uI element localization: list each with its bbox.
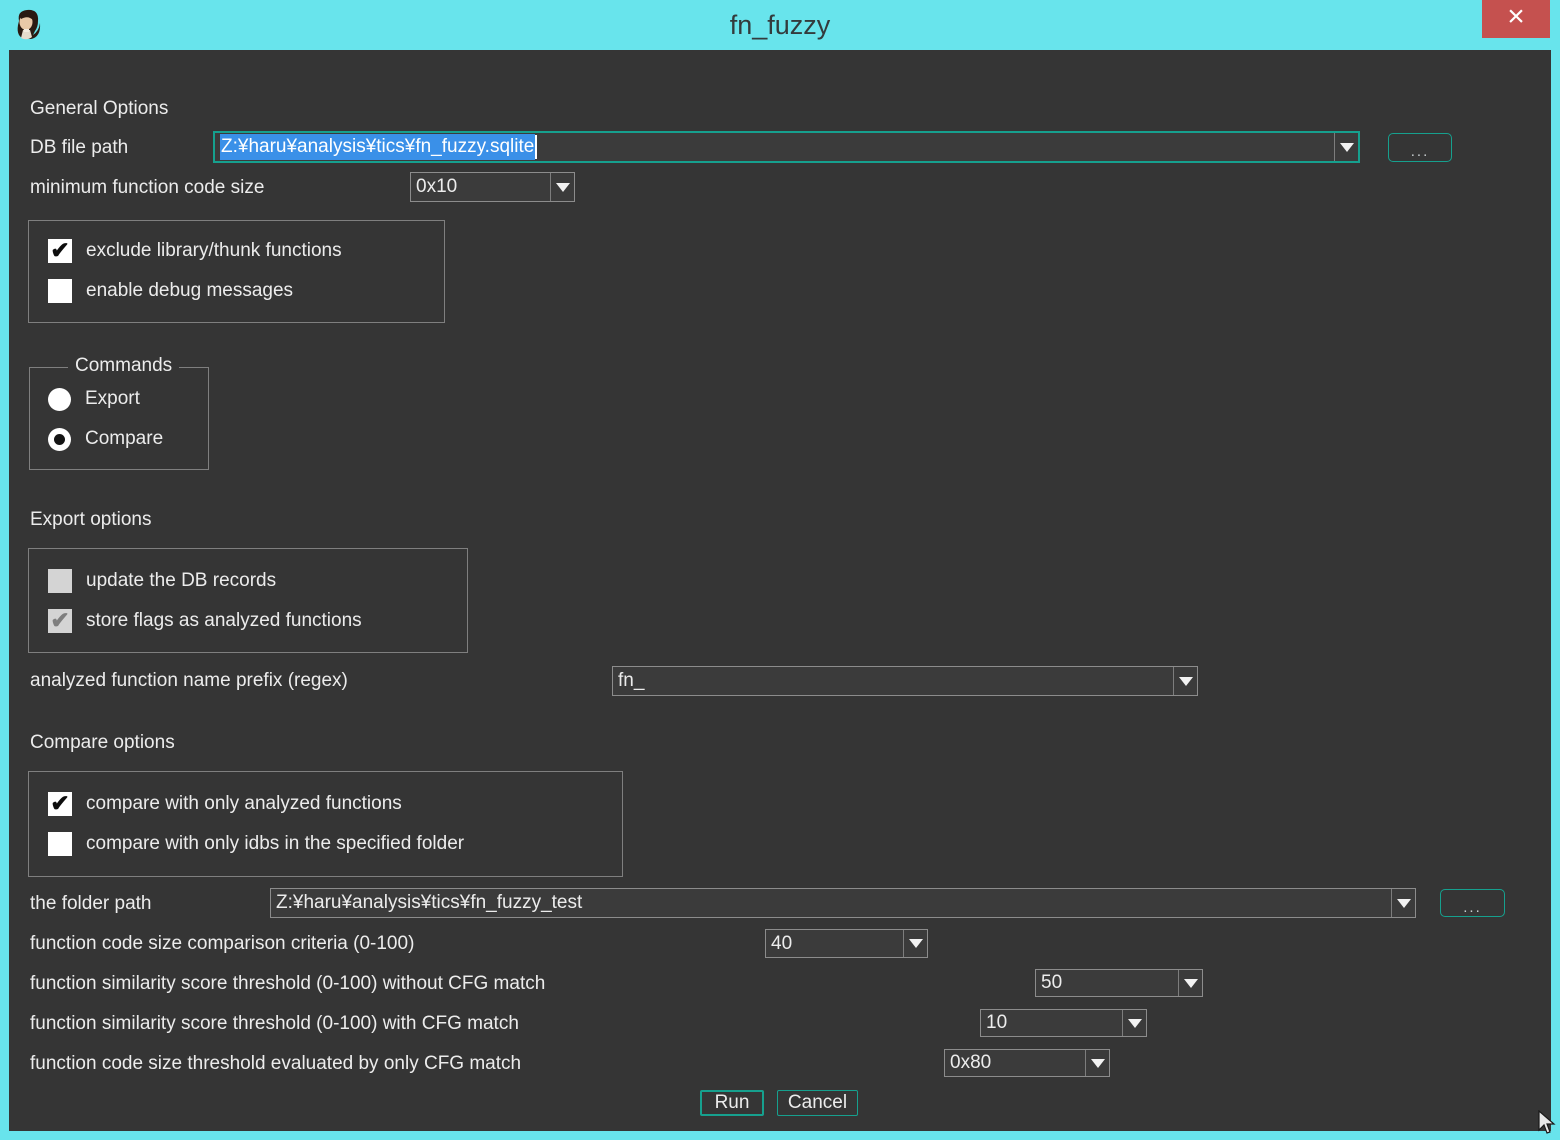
checkbox-row-store-flags[interactable]: store flags as analyzed functions (48, 609, 362, 633)
threshold-without-cfg-arrow[interactable] (1178, 970, 1202, 996)
section-compare-options: Compare options (30, 732, 175, 754)
section-export-options: Export options (30, 509, 151, 531)
db-path-browse-button[interactable]: ... (1388, 133, 1452, 162)
min-code-size-label: minimum function code size (30, 177, 264, 199)
size-threshold-label: function code size threshold evaluated b… (30, 1053, 521, 1075)
cancel-button[interactable]: Cancel (777, 1090, 858, 1116)
threshold-with-cfg-arrow[interactable] (1122, 1010, 1146, 1036)
db-file-path-label: DB file path (30, 137, 128, 159)
criteria-dropdown[interactable]: 40 (765, 929, 928, 958)
db-path-dropdown-arrow[interactable] (1334, 133, 1358, 161)
chevron-down-icon (1397, 899, 1411, 908)
debug-messages-label: enable debug messages (86, 280, 293, 302)
db-file-path-value[interactable]: Z:¥haru¥analysis¥tics¥fn_fuzzy.sqlite (215, 133, 1334, 161)
mouse-cursor-icon (1537, 1110, 1559, 1136)
size-threshold-arrow[interactable] (1085, 1050, 1109, 1076)
min-code-size-value: 0x10 (411, 173, 550, 201)
threshold-without-cfg-label: function similarity score threshold (0-1… (30, 973, 545, 995)
titlebar: fn_fuzzy × (0, 0, 1560, 50)
prefix-value[interactable]: fn_ (613, 667, 1173, 695)
compare-analyzed-label: compare with only analyzed functions (86, 793, 402, 815)
close-button[interactable]: × (1482, 0, 1550, 38)
compare-checkbox-group (28, 771, 623, 877)
export-radio[interactable] (48, 388, 71, 411)
exclude-library-checkbox[interactable] (48, 239, 72, 263)
compare-idbs-label: compare with only idbs in the specified … (86, 833, 464, 855)
threshold-with-cfg-label: function similarity score threshold (0-1… (30, 1013, 519, 1035)
threshold-without-cfg-dropdown[interactable]: 50 (1035, 969, 1203, 997)
prefix-combobox[interactable]: fn_ (612, 666, 1198, 696)
criteria-dropdown-arrow[interactable] (903, 930, 927, 957)
checkbox-row-debug-messages[interactable]: enable debug messages (48, 279, 293, 303)
store-flags-label: store flags as analyzed functions (86, 610, 362, 632)
checkbox-row-compare-analyzed[interactable]: compare with only analyzed functions (48, 792, 402, 816)
compare-analyzed-checkbox[interactable] (48, 792, 72, 816)
dialog-window: fn_fuzzy × General Options DB file path … (0, 0, 1560, 1140)
prefix-label: analyzed function name prefix (regex) (30, 670, 348, 692)
compare-idbs-checkbox[interactable] (48, 832, 72, 856)
store-flags-checkbox[interactable] (48, 609, 72, 633)
chevron-down-icon (1179, 677, 1193, 686)
chevron-down-icon (909, 939, 923, 948)
radio-row-compare[interactable]: Compare (48, 427, 163, 451)
exclude-library-label: exclude library/thunk functions (86, 240, 342, 262)
commands-legend: Commands (68, 355, 179, 377)
general-checkbox-group (28, 220, 445, 323)
threshold-without-cfg-value: 50 (1036, 970, 1178, 996)
threshold-with-cfg-value: 10 (981, 1010, 1122, 1036)
min-code-size-dropdown[interactable]: 0x10 (410, 172, 575, 202)
chevron-down-icon (1184, 979, 1198, 988)
chevron-down-icon (556, 183, 570, 192)
checkbox-row-compare-idbs[interactable]: compare with only idbs in the specified … (48, 832, 464, 856)
min-size-dropdown-arrow[interactable] (550, 173, 574, 201)
debug-messages-checkbox[interactable] (48, 279, 72, 303)
folder-path-label: the folder path (30, 893, 151, 915)
criteria-label: function code size comparison criteria (… (30, 933, 414, 955)
folder-path-dropdown-arrow[interactable] (1391, 889, 1415, 917)
folder-path-value[interactable]: Z:¥haru¥analysis¥tics¥fn_fuzzy_test (271, 889, 1391, 917)
update-db-checkbox[interactable] (48, 569, 72, 593)
folder-path-combobox[interactable]: Z:¥haru¥analysis¥tics¥fn_fuzzy_test (270, 888, 1416, 918)
update-db-label: update the DB records (86, 570, 276, 592)
checkbox-row-update-db[interactable]: update the DB records (48, 569, 276, 593)
section-general-options: General Options (30, 98, 168, 120)
selected-text: Z:¥haru¥analysis¥tics¥fn_fuzzy.sqlite (220, 134, 535, 160)
export-checkbox-group (28, 548, 468, 653)
prefix-dropdown-arrow[interactable] (1173, 667, 1197, 695)
threshold-with-cfg-dropdown[interactable]: 10 (980, 1009, 1147, 1037)
folder-path-browse-button[interactable]: ... (1440, 889, 1505, 917)
window-title: fn_fuzzy (0, 10, 1560, 41)
run-button[interactable]: Run (700, 1090, 764, 1116)
checkbox-row-exclude-library[interactable]: exclude library/thunk functions (48, 239, 342, 263)
export-radio-label: Export (85, 388, 140, 410)
radio-row-export[interactable]: Export (48, 387, 140, 411)
chevron-down-icon (1091, 1059, 1105, 1068)
compare-radio-label: Compare (85, 428, 163, 450)
compare-radio[interactable] (48, 428, 71, 451)
size-threshold-dropdown[interactable]: 0x80 (944, 1049, 1110, 1077)
criteria-value: 40 (766, 930, 903, 957)
db-file-path-combobox[interactable]: Z:¥haru¥analysis¥tics¥fn_fuzzy.sqlite (213, 131, 1360, 163)
chevron-down-icon (1340, 143, 1354, 152)
text-caret (535, 135, 537, 159)
close-icon: × (1507, 2, 1525, 32)
size-threshold-value: 0x80 (945, 1050, 1085, 1076)
chevron-down-icon (1128, 1019, 1142, 1028)
commands-group: Commands (29, 367, 209, 470)
